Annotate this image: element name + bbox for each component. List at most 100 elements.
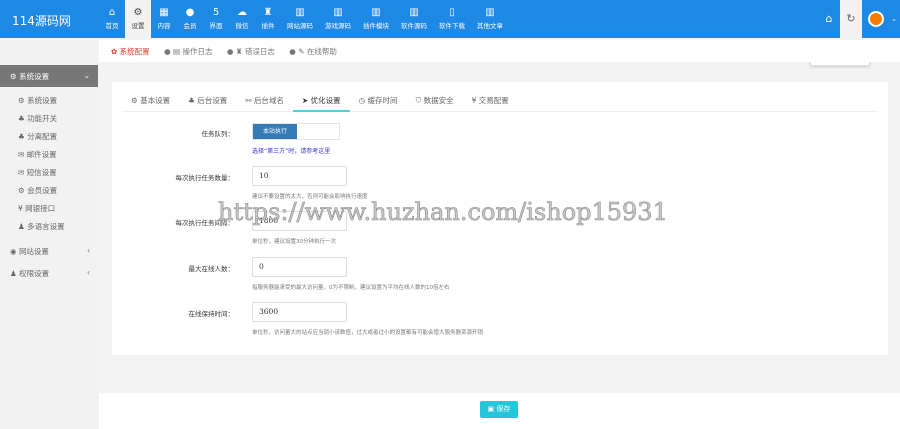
sidebar-item-icon: ✉ bbox=[18, 168, 25, 177]
tab[interactable]: ⚯ 后台域名 bbox=[236, 92, 293, 112]
nav-icon: ▥ bbox=[333, 7, 343, 18]
crumb-help[interactable]: ● ✎ 在线帮助 bbox=[289, 47, 343, 56]
sidebar-item[interactable]: ♣ 分离配置 bbox=[18, 131, 57, 142]
sidebar-item[interactable]: ¥ 网银接口 bbox=[18, 203, 55, 214]
crumb-error-log[interactable]: ● ♜ 错误日志 bbox=[227, 47, 281, 56]
sidebar-item-label: 会员设置 bbox=[27, 186, 58, 195]
nav-label: 微信 bbox=[235, 22, 249, 30]
nav-icon: ▥ bbox=[485, 7, 495, 18]
nav-icon: ▥ bbox=[371, 7, 381, 18]
nav-icon: ▯ bbox=[449, 7, 455, 18]
nav-item[interactable]: ⚙ 设置 bbox=[125, 0, 151, 38]
nav-icon: ● bbox=[185, 7, 195, 18]
nav-icon: ⌂ bbox=[108, 7, 116, 18]
tab-label: 交易配置 bbox=[478, 96, 509, 105]
crumb-op-log[interactable]: ● ▤ 操作日志 bbox=[164, 47, 218, 56]
sidebar-item-icon: ♣ bbox=[18, 132, 25, 141]
tab-label: 后台域名 bbox=[253, 96, 284, 105]
nav-item[interactable]: ▥ 软件源码 bbox=[395, 0, 433, 38]
nav-item[interactable]: 5 界面 bbox=[203, 0, 229, 38]
nav-item[interactable]: ▦ 内容 bbox=[151, 0, 177, 38]
sidebar-item-icon: ¥ bbox=[18, 204, 23, 213]
queue-help-link[interactable]: 选择“第三方”时，请参考这里 bbox=[252, 146, 330, 155]
online-hint: 指服务器能承受的最大访问量，0为不限制，建议设置为平均在线人数的10倍左右 bbox=[252, 285, 450, 291]
sidebar-item-icon: ⚙ bbox=[18, 96, 25, 105]
keep-hint: 单位秒，访问量大的站点应当调小该数值，过大或者过小的设置都有可能会增大服务器资源… bbox=[252, 330, 484, 336]
tab[interactable]: ⚙ 基本设置 bbox=[122, 92, 179, 112]
nav-item[interactable]: ⌂ 首页 bbox=[99, 0, 125, 38]
queue-toggle[interactable]: 本站执行 bbox=[252, 123, 340, 140]
nav-icon: ▦ bbox=[159, 7, 169, 18]
tab-label: 数据安全 bbox=[423, 96, 454, 105]
nav-item[interactable]: ● 会员 bbox=[177, 0, 203, 38]
online-input[interactable]: 0 bbox=[252, 257, 347, 277]
nav-label: 游戏源码 bbox=[325, 22, 351, 30]
sidebar-item[interactable]: ✉ 短信设置 bbox=[18, 167, 57, 178]
nav-item[interactable]: ▥ 其他文章 bbox=[471, 0, 509, 38]
nav-label: 设置 bbox=[131, 22, 145, 30]
chevron-down-icon[interactable]: ⌄ bbox=[888, 0, 900, 38]
keep-label: 在线保持时间： bbox=[188, 310, 235, 318]
sidebar-item[interactable]: ⚙ 系统设置 bbox=[18, 95, 57, 106]
sidebar-item-label: 系统设置 bbox=[27, 96, 58, 105]
sidebar-item[interactable]: ✉ 邮件设置 bbox=[18, 149, 57, 160]
tab[interactable]: ¥ 交易配置 bbox=[463, 92, 518, 112]
nav-item[interactable]: ▥ 网站源码 bbox=[281, 0, 319, 38]
save-button[interactable]: ▣ 保存 bbox=[480, 401, 518, 418]
nav-label: 内容 bbox=[157, 22, 171, 30]
online-label: 最大在线人数： bbox=[188, 265, 235, 273]
sidebar-item-label: 短信设置 bbox=[26, 168, 57, 177]
top-bar: 114源码网 ⌂ 首页 ⚙ 设置 ▦ 内容 ● 会员 5 界面 ☁ 微信 ♜ 插件 ▥ 网站源码 ▥ 游戏源码 ▥ 插… bbox=[0, 0, 900, 38]
nav-label: 首页 bbox=[105, 22, 119, 30]
footer-bar: ▣ 保存 bbox=[99, 393, 900, 429]
sidebar-item-label: 邮件设置 bbox=[26, 150, 57, 159]
sidebar-header[interactable]: ⚙ 系统设置 ⌄ bbox=[0, 65, 98, 87]
tab-icon: ¥ bbox=[471, 96, 477, 105]
chevron-down-icon: ⌄ bbox=[83, 71, 90, 80]
sidebar-item-label: 网银接口 bbox=[25, 204, 56, 213]
tab-label: 基本设置 bbox=[140, 96, 171, 105]
nav-item[interactable]: ☁ 微信 bbox=[229, 0, 255, 38]
nav-label: 软件下载 bbox=[439, 22, 465, 30]
tab[interactable]: ♣ 后台设置 bbox=[179, 92, 236, 112]
avatar[interactable] bbox=[868, 11, 884, 27]
home-icon[interactable]: ⌂ bbox=[818, 0, 840, 38]
nav-icon: ☁ bbox=[237, 7, 247, 18]
sidebar-group-label: 网站设置 bbox=[18, 247, 49, 256]
queue-label: 任务队列： bbox=[201, 130, 235, 138]
sidebar-group-label: 权限设置 bbox=[19, 269, 50, 278]
nav-label: 插件模块 bbox=[363, 22, 389, 30]
chevron-left-icon: ‹ bbox=[87, 246, 90, 255]
crumb-system-config[interactable]: ✿ 系统配置 bbox=[111, 47, 156, 56]
sidebar-item[interactable]: ♣ 功能开关 bbox=[18, 113, 57, 124]
queue-option[interactable]: 本站执行 bbox=[253, 124, 297, 139]
tab-icon: ⚙ bbox=[131, 96, 138, 105]
nav-icon: ▥ bbox=[295, 7, 305, 18]
tab-label: 优化设置 bbox=[310, 96, 341, 105]
tab-icon: ➤ bbox=[301, 96, 309, 105]
nav-label: 插件 bbox=[261, 22, 275, 30]
sidebar-item[interactable]: ♟ 多语言设置 bbox=[18, 221, 65, 232]
tab-label: 缓存时间 bbox=[367, 96, 398, 105]
nav-item[interactable]: ♜ 插件 bbox=[255, 0, 281, 38]
refresh-cache-icon[interactable]: ↻ bbox=[840, 0, 862, 38]
keep-input[interactable]: 3600 bbox=[252, 302, 347, 322]
tab[interactable]: ➤ 优化设置 bbox=[292, 92, 350, 112]
nav-item[interactable]: ▥ 插件模块 bbox=[357, 0, 395, 38]
nav-icon: ⚙ bbox=[133, 7, 143, 18]
tab-icon: ⛉ bbox=[415, 96, 422, 105]
top-nav: ⌂ 首页 ⚙ 设置 ▦ 内容 ● 会员 5 界面 ☁ 微信 ♜ 插件 ▥ 网站源码 ▥ 游戏源码 ▥ 插件模块 ▥ 软件源… bbox=[99, 0, 509, 38]
logo[interactable]: 114源码网 bbox=[12, 12, 71, 29]
nav-item[interactable]: ▯ 软件下载 bbox=[433, 0, 471, 38]
sidebar-group-site[interactable]: ◉ 网站设置 ‹ bbox=[10, 246, 90, 257]
count-input[interactable]: 10 bbox=[252, 166, 347, 186]
sidebar-group-permission[interactable]: ♟ 权限设置 ‹ bbox=[10, 268, 90, 279]
tab[interactable]: ◷ 缓存时间 bbox=[350, 92, 407, 112]
tab[interactable]: ⛉ 数据安全 bbox=[407, 92, 463, 112]
nav-item[interactable]: ▥ 游戏源码 bbox=[319, 0, 357, 38]
sidebar-item[interactable]: ⚙ 会员设置 bbox=[18, 185, 57, 196]
nav-icon: ♜ bbox=[263, 7, 273, 18]
interval-hint: 单位秒，建议设置30分钟执行一次 bbox=[252, 239, 336, 245]
tabs: ⚙ 基本设置 ♣ 后台设置 ⚯ 后台域名 ➤ 优化设置 ◷ 缓存时间 ⛉ 数据安全 ¥ 交易… bbox=[122, 92, 878, 112]
tab-icon: ◷ bbox=[358, 96, 366, 105]
